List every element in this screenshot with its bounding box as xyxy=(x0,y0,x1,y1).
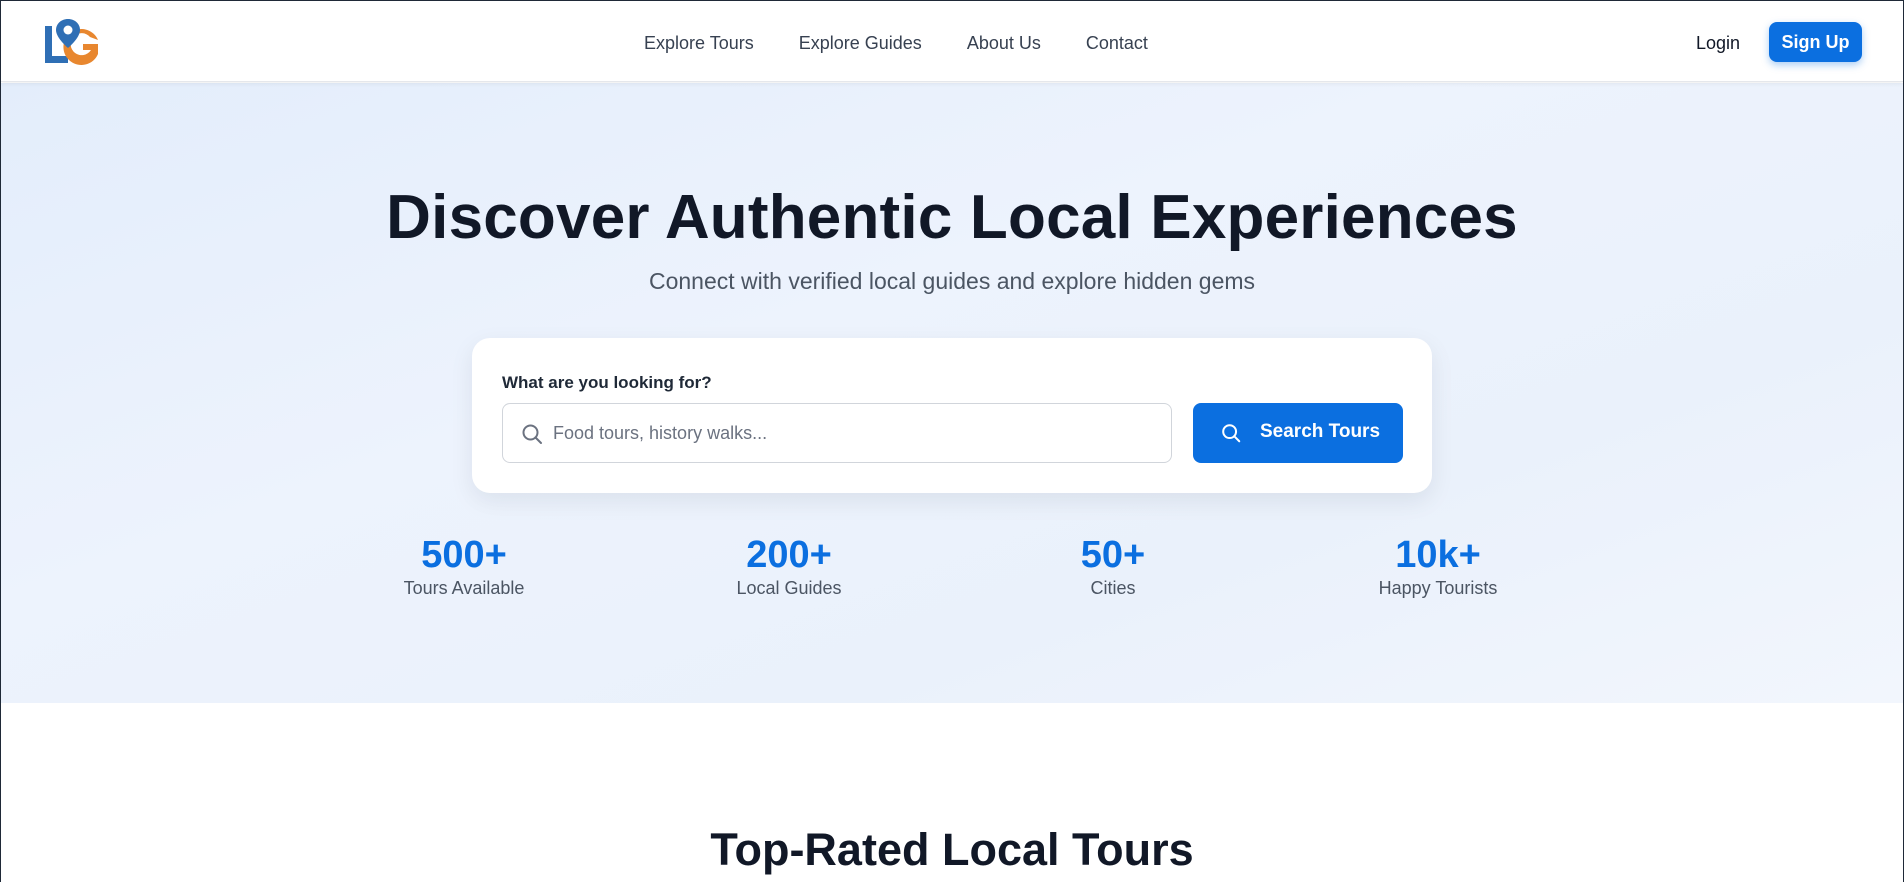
top-navbar: Explore Tours Explore Guides About Us Co… xyxy=(1,1,1903,82)
search-input[interactable] xyxy=(553,404,1153,462)
signup-button[interactable]: Sign Up xyxy=(1769,22,1862,62)
stat-tourists: 10k+ Happy Tourists xyxy=(1338,533,1538,599)
stat-guides: 200+ Local Guides xyxy=(689,533,889,599)
nav-about-us[interactable]: About Us xyxy=(967,32,1041,54)
search-icon xyxy=(1222,424,1241,443)
stat-cities: 50+ Cities xyxy=(1013,533,1213,599)
stat-label: Local Guides xyxy=(736,578,842,598)
logo[interactable] xyxy=(42,18,104,66)
nav-explore-guides[interactable]: Explore Guides xyxy=(799,32,922,54)
stat-label: Tours Available xyxy=(403,578,525,598)
search-label: What are you looking for? xyxy=(502,373,712,392)
search-field[interactable] xyxy=(502,403,1172,463)
main-nav: Explore Tours Explore Guides About Us Co… xyxy=(644,32,1193,54)
top-rated-tours-title: Top-Rated Local Tours xyxy=(710,824,1194,875)
stat-value: 500+ xyxy=(421,534,507,576)
stat-label: Cities xyxy=(1090,578,1136,598)
stat-tours: 500+ Tours Available xyxy=(364,533,564,599)
hero-section: Discover Authentic Local Experiences Con… xyxy=(1,83,1903,703)
stat-value: 50+ xyxy=(1080,534,1146,576)
page: Explore Tours Explore Guides About Us Co… xyxy=(0,0,1904,882)
nav-explore-tours[interactable]: Explore Tours xyxy=(644,32,754,54)
search-icon xyxy=(522,424,542,444)
search-tours-button[interactable]: Search Tours xyxy=(1193,403,1403,463)
hero-subtitle: Connect with verified local guides and e… xyxy=(648,268,1256,294)
hero-title: Discover Authentic Local Experiences xyxy=(386,183,1518,252)
nav-contact[interactable]: Contact xyxy=(1086,32,1148,54)
stat-label: Happy Tourists xyxy=(1378,578,1498,598)
stat-value: 200+ xyxy=(746,534,832,576)
search-card: What are you looking for? Search Tours xyxy=(472,338,1432,493)
search-button-label: Search Tours xyxy=(1260,421,1381,442)
stat-value: 10k+ xyxy=(1395,534,1481,576)
map-pin-lg-logo-icon xyxy=(45,19,98,65)
login-link[interactable]: Login xyxy=(1696,32,1740,54)
